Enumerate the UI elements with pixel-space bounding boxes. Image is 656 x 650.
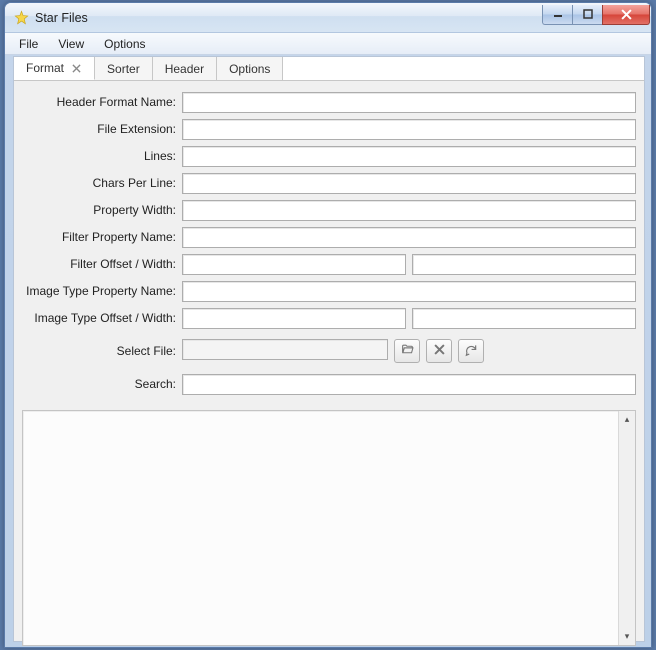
menu-view[interactable]: View [48, 35, 94, 53]
image-type-offset-input[interactable] [182, 308, 406, 329]
tab-label: Sorter [107, 62, 140, 76]
search-input[interactable] [182, 374, 636, 395]
label-search: Search: [22, 377, 182, 391]
menubar: File View Options [5, 33, 651, 55]
label-image-type-offset-width: Image Type Offset / Width: [22, 311, 182, 325]
tab-options[interactable]: Options [217, 57, 283, 80]
label-file-extension: File Extension: [22, 122, 182, 136]
row-image-type-offset-width: Image Type Offset / Width: [22, 307, 636, 329]
window-title: Star Files [35, 11, 542, 25]
select-file-input[interactable] [182, 339, 388, 360]
row-filter-offset-width: Filter Offset / Width: [22, 253, 636, 275]
label-property-width: Property Width: [22, 203, 182, 217]
window-controls [542, 5, 650, 25]
tab-close-icon[interactable] [70, 62, 82, 74]
property-width-input[interactable] [182, 200, 636, 221]
chevron-down-icon: ▾ [625, 631, 630, 642]
filter-property-name-input[interactable] [182, 227, 636, 248]
scroll-up-button[interactable]: ▴ [619, 411, 635, 428]
app-window: Star Files File View Options Format [4, 2, 652, 648]
browse-button[interactable] [394, 339, 420, 363]
label-image-type-property-name: Image Type Property Name: [22, 284, 182, 298]
label-lines: Lines: [22, 149, 182, 163]
folder-open-icon [400, 343, 415, 359]
tab-label: Format [26, 61, 64, 75]
label-filter-offset-width: Filter Offset / Width: [22, 257, 182, 271]
label-select-file: Select File: [22, 344, 182, 358]
row-search: Search: [22, 373, 636, 395]
row-property-width: Property Width: [22, 199, 636, 221]
minimize-button[interactable] [542, 5, 572, 25]
header-format-name-input[interactable] [182, 92, 636, 113]
label-filter-property-name: Filter Property Name: [22, 230, 182, 244]
menu-file[interactable]: File [9, 35, 48, 53]
tabstrip-fill [283, 57, 644, 80]
chevron-up-icon: ▴ [625, 414, 630, 425]
results-panel: ▴ ▾ [22, 410, 636, 646]
row-lines: Lines: [22, 145, 636, 167]
row-image-type-property-name: Image Type Property Name: [22, 280, 636, 302]
tab-header[interactable]: Header [153, 57, 217, 80]
client-area: Format Sorter Header Options Header Form… [13, 56, 645, 642]
clear-file-button[interactable] [426, 339, 452, 363]
results-scrollbar[interactable]: ▴ ▾ [618, 411, 635, 645]
titlebar[interactable]: Star Files [5, 3, 651, 33]
row-chars-per-line: Chars Per Line: [22, 172, 636, 194]
row-header-format-name: Header Format Name: [22, 91, 636, 113]
refresh-button[interactable] [458, 339, 484, 363]
refresh-icon [464, 343, 478, 360]
x-icon [434, 344, 445, 358]
star-icon [13, 10, 29, 26]
row-select-file: Select File: [22, 339, 636, 363]
maximize-button[interactable] [572, 5, 602, 25]
filter-offset-input[interactable] [182, 254, 406, 275]
close-button[interactable] [602, 5, 650, 25]
tab-label: Options [229, 62, 270, 76]
lines-input[interactable] [182, 146, 636, 167]
tab-sorter[interactable]: Sorter [95, 57, 153, 80]
image-type-width-input[interactable] [412, 308, 636, 329]
filter-width-input[interactable] [412, 254, 636, 275]
tab-label: Header [165, 62, 204, 76]
image-type-property-name-input[interactable] [182, 281, 636, 302]
menu-options[interactable]: Options [94, 35, 155, 53]
label-chars-per-line: Chars Per Line: [22, 176, 182, 190]
tab-format[interactable]: Format [14, 57, 95, 80]
scroll-down-button[interactable]: ▾ [619, 628, 635, 645]
row-filter-property-name: Filter Property Name: [22, 226, 636, 248]
chars-per-line-input[interactable] [182, 173, 636, 194]
label-header-format-name: Header Format Name: [22, 95, 182, 109]
file-extension-input[interactable] [182, 119, 636, 140]
form-area: Header Format Name: File Extension: Line… [14, 81, 644, 404]
row-file-extension: File Extension: [22, 118, 636, 140]
tabstrip: Format Sorter Header Options [14, 57, 644, 81]
